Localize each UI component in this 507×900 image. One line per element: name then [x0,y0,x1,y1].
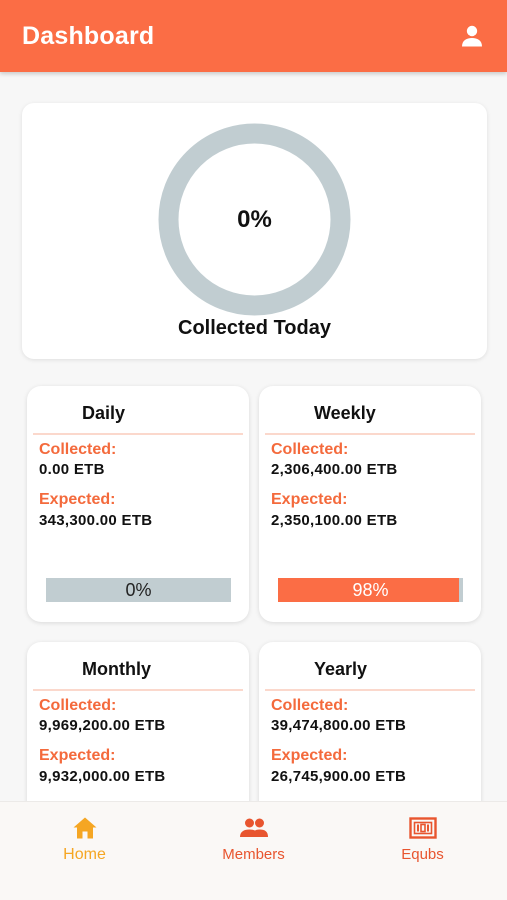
progress-label: 98% [352,579,389,600]
divider [265,433,475,435]
collected-label: Collected: [39,697,117,714]
expected-label: Expected: [39,747,116,764]
donut-percent: 0% [237,205,272,233]
summary-label: Collected Today [178,317,331,339]
card-title: Monthly [82,659,151,679]
divider [33,689,243,691]
equbs-icon [408,817,437,839]
divider [265,689,475,691]
app-bar: Dashboard [0,0,507,72]
collected-label: Collected: [271,697,349,714]
monthly-card[interactable]: Monthly Collected: 9,969,200.00 ETB Expe… [27,642,249,822]
collected-value: 2,306,400.00 ETB [271,461,398,478]
daily-card[interactable]: Daily Collected: 0.00 ETB Expected: 343,… [27,386,249,622]
home-icon [73,817,96,839]
collected-value: 9,969,200.00 ETB [39,717,166,734]
expected-label: Expected: [271,747,348,764]
daily-progress-bar: 0% [46,578,231,602]
expected-value: 343,300.00 ETB [39,512,153,529]
nav-equbs-label: Equbs [401,846,444,863]
collected-value: 39,474,800.00 ETB [271,717,407,734]
expected-value: 2,350,100.00 ETB [271,512,398,529]
card-title: Daily [82,403,126,423]
expected-label: Expected: [271,491,348,508]
nav-home[interactable]: Home [0,802,169,900]
expected-value: 9,932,000.00 ETB [39,768,166,785]
collected-label: Collected: [271,441,349,458]
weekly-progress-bar: 98% [278,578,463,602]
page-title: Dashboard [22,21,155,50]
card-title: Weekly [314,403,376,423]
expected-value: 26,745,900.00 ETB [271,768,407,785]
expected-label: Expected: [39,491,116,508]
nav-members-label: Members [222,846,285,863]
person-icon [462,25,482,47]
profile-button[interactable] [457,21,487,51]
yearly-card[interactable]: Yearly Collected: 39,474,800.00 ETB Expe… [259,642,481,822]
collected-label: Collected: [39,441,117,458]
collected-value: 0.00 ETB [39,461,105,478]
nav-equbs[interactable]: Equbs [338,802,507,900]
bottom-nav: Home Members Equbs [0,801,507,900]
weekly-card[interactable]: Weekly Collected: 2,306,400.00 ETB Expec… [259,386,481,622]
nav-members[interactable]: Members [169,802,338,900]
collected-today-donut: 0% [157,122,352,317]
summary-card: 0% Collected Today [22,103,487,359]
nav-home-label: Home [63,846,106,863]
members-icon [239,818,268,837]
progress-label: 0% [125,579,152,600]
divider [33,433,243,435]
card-title: Yearly [314,659,368,679]
